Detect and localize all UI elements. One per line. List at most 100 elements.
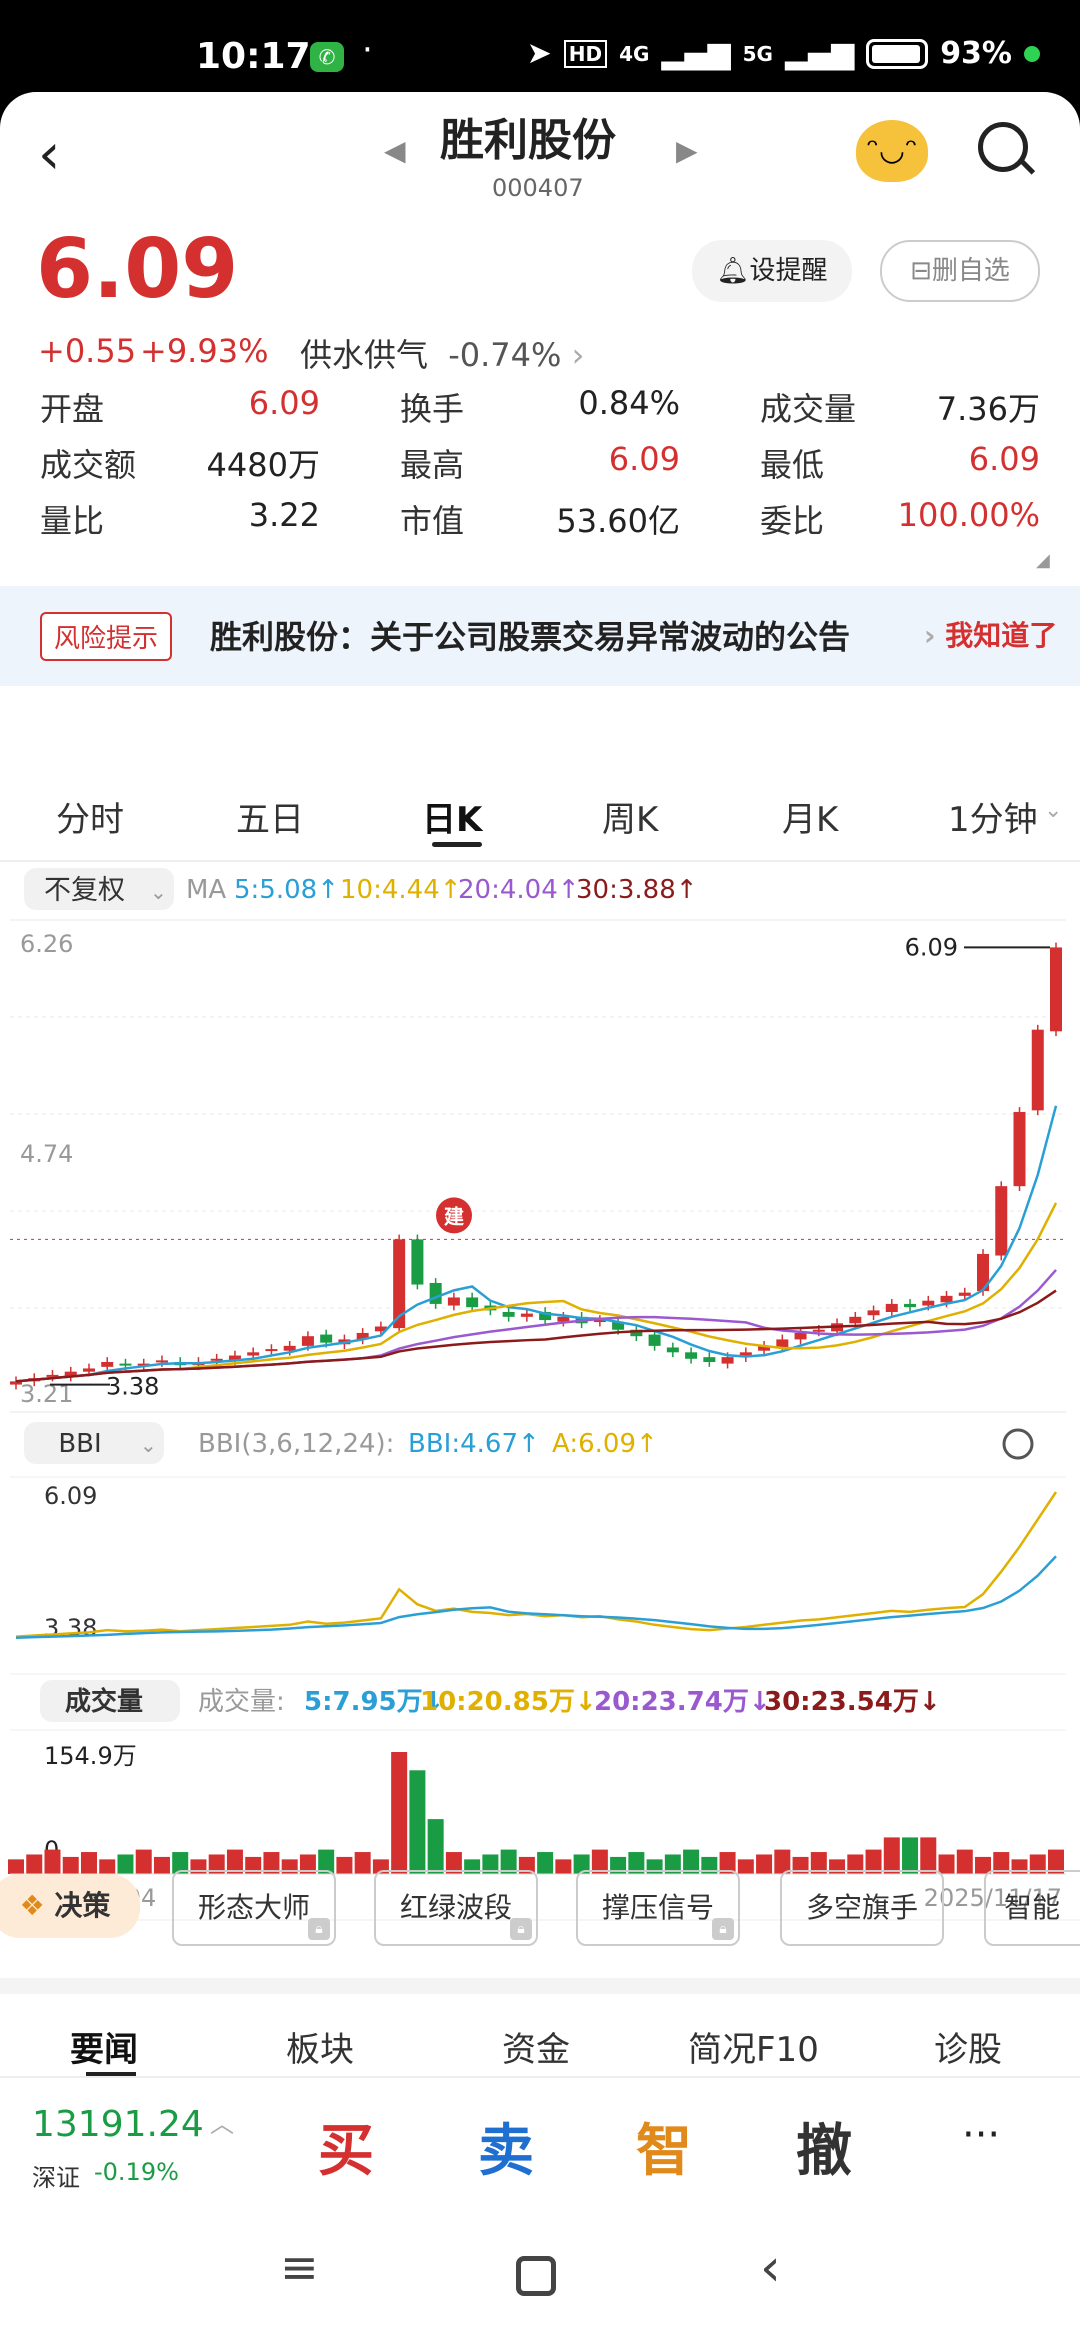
nav-home-icon[interactable] [516, 2256, 556, 2296]
minus-box-icon: ⊟ [910, 256, 932, 286]
candle [666, 1347, 679, 1353]
notification-dot-icon: · [362, 30, 373, 70]
chip-xingtai[interactable]: 形态大师 🔒︎ [172, 1870, 336, 1946]
y-max-label: 6.26 [20, 930, 73, 958]
bbi-params: BBI(3,6,12,24): [198, 1429, 394, 1459]
chip-chengya[interactable]: 撑压信号 🔒︎ [576, 1870, 740, 1946]
chevron-right-icon: › [571, 336, 585, 374]
next-stock-icon[interactable]: ▶ [676, 134, 698, 167]
sector-link[interactable]: 供水供气 -0.74% › [300, 330, 584, 376]
chip-honglv[interactable]: 红绿波段 🔒︎ [374, 1870, 538, 1946]
battery-icon [866, 38, 929, 69]
risk-banner[interactable]: 风险提示 胜利股份：关于公司股票交易异常波动的公告 › 我知道了 [0, 586, 1080, 686]
tab-fenshi[interactable]: 分时 [56, 792, 124, 841]
stat-label: 最低 [760, 446, 825, 484]
candle [247, 1352, 260, 1356]
y-mid-label: 4.74 [20, 1140, 73, 1168]
tab-sector[interactable]: 板块 [286, 2022, 354, 2071]
volume-bar [135, 1849, 152, 1874]
nav-back-icon[interactable]: ‹ [760, 2238, 781, 2298]
chip-label: 红绿波段 [399, 1891, 512, 1924]
trade-bar: 13191.24 ︿ 深证 -0.19% 买 卖 智 撤 ··· [0, 2076, 1080, 2200]
hd-icon: HD [563, 39, 608, 68]
volume-bar [62, 1856, 79, 1874]
ma10-value: 10:4.44↑ [340, 875, 462, 905]
cancel-order-button[interactable]: 撤 [796, 2106, 852, 2187]
lock-icon: 🔒︎ [308, 1918, 330, 1940]
volume-select-label: 成交量 [65, 1686, 143, 1717]
tab-yuek[interactable]: 月K [782, 792, 838, 841]
candle [429, 1282, 442, 1304]
kline-chart[interactable]: 不复权 ⌄ MA 5:5.08↑ 10:4.44↑20:4.04↑30:3.88↑ 6.2… [0, 862, 1080, 1932]
candle [1013, 1111, 1026, 1187]
decision-button[interactable]: ❖ 决策 [0, 1874, 140, 1938]
index-name: 深证 [32, 2164, 80, 2192]
decision-label: 决策 [54, 1889, 111, 1922]
sell-button[interactable]: 卖 [478, 2106, 534, 2187]
status-right: ➤ HD 4G ▂▄▆ 5G ▂▄▆ 93% [527, 36, 1040, 71]
tab-diagnose[interactable]: 诊股 [934, 2022, 1002, 2071]
back-icon[interactable]: ‹ [38, 122, 60, 187]
stat-value: 100.00% [897, 496, 1040, 534]
volume-bar [8, 1859, 24, 1874]
tab-rik[interactable]: 日K [422, 792, 482, 841]
stat-label: 换手 [400, 390, 465, 428]
vol-y-max: 154.9万 [44, 1742, 137, 1770]
nav-menu-icon[interactable]: ≡ [280, 2240, 319, 2294]
buy-button[interactable]: 买 [318, 2106, 374, 2187]
index-value[interactable]: 13191.24 [32, 2104, 204, 2145]
tab-wuri[interactable]: 五日 [236, 792, 304, 841]
candle [922, 1300, 935, 1306]
candle [995, 1186, 1008, 1256]
smart-button[interactable]: 智 [636, 2106, 692, 2187]
stat-value: 53.60亿 [556, 502, 680, 540]
volume-bar [537, 1852, 554, 1874]
tab-rik-underline [432, 842, 482, 847]
chip-label: 撑压信号 [601, 1891, 714, 1924]
status-time: 10:17 [196, 36, 311, 77]
chip-duokong[interactable]: 多空旗手 [780, 1870, 944, 1946]
tab-fund[interactable]: 资金 [502, 2022, 570, 2071]
adjust-label: 不复权 [44, 875, 125, 906]
candle [703, 1357, 716, 1362]
candle [721, 1357, 734, 1364]
settings-icon[interactable] [1002, 1428, 1034, 1460]
lock-icon: 🔒︎ [712, 1918, 734, 1940]
mascot-icon[interactable]: ᵔ◡ᵔ [856, 120, 928, 182]
chevron-down-icon: ⌄ [150, 880, 167, 904]
bbi-a-value: A:6.09↑ [552, 1429, 658, 1459]
ma10-line [15, 1202, 1058, 1383]
set-alert-button[interactable]: 🔔︎设提醒 [692, 240, 852, 302]
expand-corner-icon[interactable]: ◢ [1036, 550, 1050, 571]
low-marker-label: 3.38 [106, 1373, 159, 1401]
chip-zhineng[interactable]: 智能 [984, 1870, 1080, 1946]
vol10-value: 10:20.85万↓ [420, 1687, 597, 1717]
signal-icon-2: ▂▄▆ [784, 36, 855, 71]
candle [283, 1345, 296, 1351]
risk-ack-button[interactable]: › 我知道了 [924, 614, 1057, 654]
candle [101, 1361, 114, 1367]
chevron-right-icon: › [924, 619, 936, 652]
network-4g: 4G [619, 41, 650, 66]
signal-icon: ▂▄▆ [661, 36, 731, 71]
ma20-value: 20:4.04↑ [458, 875, 580, 905]
tab-1min[interactable]: 1分钟 [948, 792, 1038, 841]
build-marker-label: 建 [444, 1204, 464, 1228]
prev-stock-icon[interactable]: ◀ [384, 134, 406, 167]
candle [794, 1332, 807, 1340]
volume-bar [354, 1852, 371, 1874]
more-button[interactable]: ··· [962, 2112, 1000, 2158]
candle [155, 1360, 168, 1363]
ma30-line [15, 1289, 1057, 1383]
stat-value: 6.09 [248, 384, 320, 422]
tab-news[interactable]: 要闻 [70, 2022, 138, 2071]
tab-f10[interactable]: 简况F10 [688, 2022, 819, 2071]
stat-label: 委比 [760, 502, 825, 540]
volume-bar [938, 1854, 955, 1874]
candle [466, 1297, 479, 1308]
candle [904, 1303, 917, 1308]
bbi-select-label: BBI [58, 1429, 101, 1459]
candle [502, 1311, 515, 1317]
remove-watchlist-button[interactable]: ⊟删自选 [880, 240, 1040, 302]
tab-zhouk[interactable]: 周K [602, 792, 658, 841]
